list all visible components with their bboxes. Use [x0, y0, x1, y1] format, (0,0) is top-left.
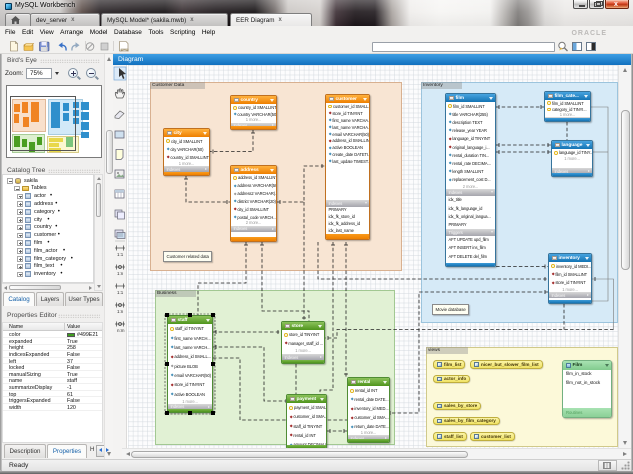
svg-text:1:1: 1:1 [117, 252, 124, 257]
svg-text:1:n: 1:n [117, 309, 124, 314]
svg-text:1:1: 1:1 [117, 290, 124, 295]
svg-text:1:n: 1:n [117, 271, 124, 276]
svg-text:n:m: n:m [117, 328, 125, 333]
